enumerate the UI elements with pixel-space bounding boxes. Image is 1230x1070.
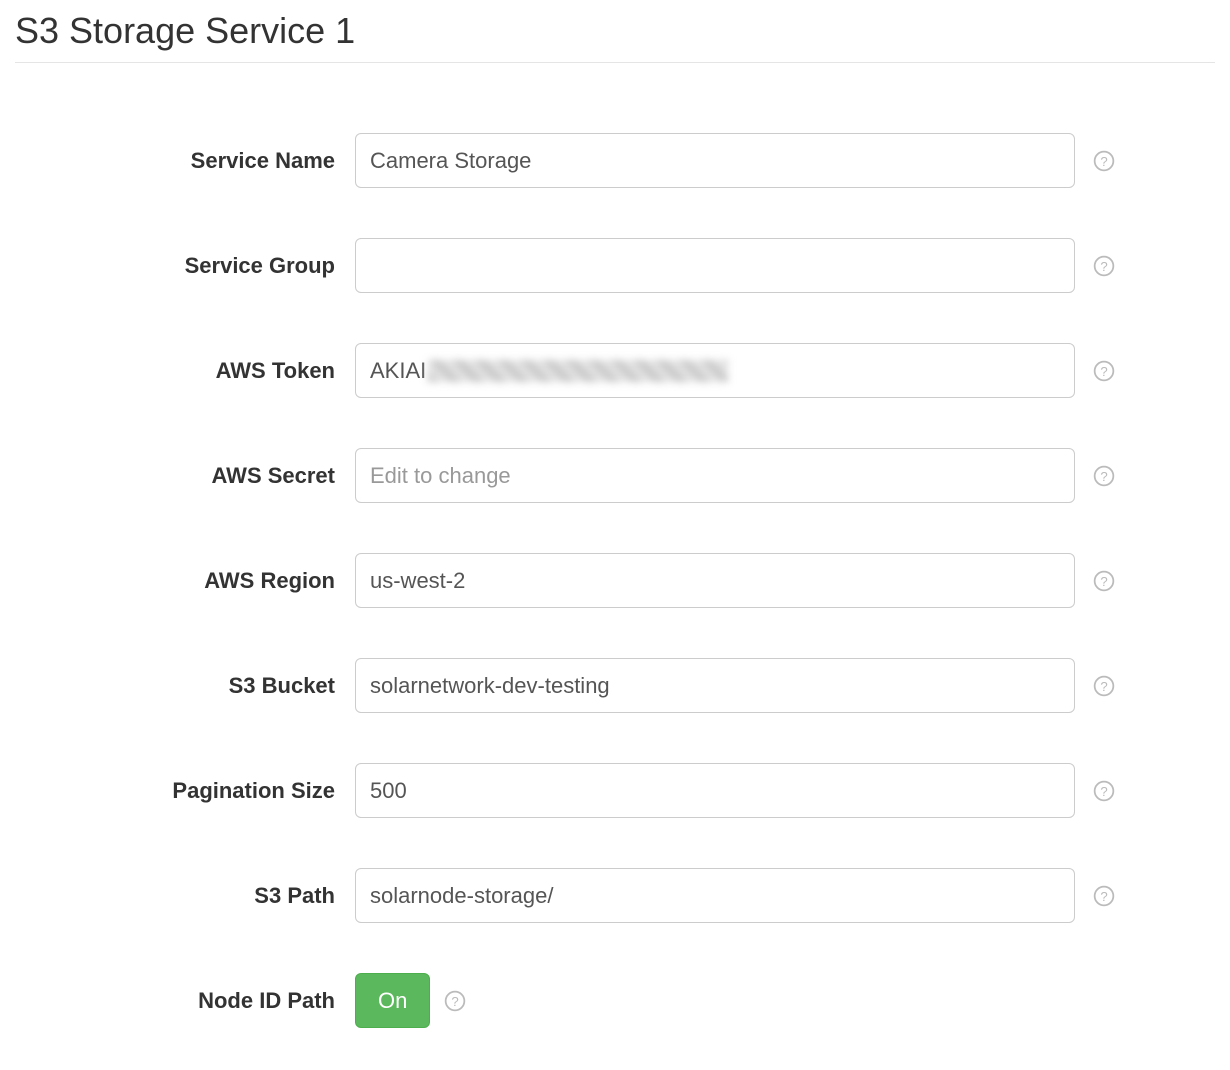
svg-text:?: ? — [1100, 678, 1107, 693]
svg-text:?: ? — [452, 993, 459, 1008]
svg-text:?: ? — [1100, 783, 1107, 798]
row-aws-secret: AWS Secret ? — [15, 448, 1215, 503]
help-icon[interactable]: ? — [1093, 150, 1115, 172]
label-s3-bucket: S3 Bucket — [15, 673, 355, 699]
row-aws-region: AWS Region ? — [15, 553, 1215, 608]
svg-text:?: ? — [1100, 258, 1107, 273]
svg-text:?: ? — [1100, 153, 1107, 168]
help-icon[interactable]: ? — [1093, 885, 1115, 907]
input-s3-bucket[interactable] — [355, 658, 1075, 713]
help-icon[interactable]: ? — [444, 990, 466, 1012]
row-service-name: Service Name ? — [15, 133, 1215, 188]
help-icon[interactable]: ? — [1093, 360, 1115, 382]
label-aws-secret: AWS Secret — [15, 463, 355, 489]
row-s3-bucket: S3 Bucket ? — [15, 658, 1215, 713]
row-pagination-size: Pagination Size ? — [15, 763, 1215, 818]
toggle-node-id-path[interactable]: On — [355, 973, 430, 1028]
input-aws-token[interactable]: AKIAI — [355, 343, 1075, 398]
input-aws-secret[interactable] — [355, 448, 1075, 503]
row-aws-token: AWS Token AKIAI ? — [15, 343, 1215, 398]
label-pagination-size: Pagination Size — [15, 778, 355, 804]
svg-text:?: ? — [1100, 468, 1107, 483]
svg-text:?: ? — [1100, 888, 1107, 903]
label-aws-token: AWS Token — [15, 358, 355, 384]
label-service-name: Service Name — [15, 148, 355, 174]
row-service-group: Service Group ? — [15, 238, 1215, 293]
help-icon[interactable]: ? — [1093, 675, 1115, 697]
help-icon[interactable]: ? — [1093, 465, 1115, 487]
input-pagination-size[interactable] — [355, 763, 1075, 818]
row-node-id-path: Node ID Path On ? — [15, 973, 1215, 1028]
section-title: S3 Storage Service 1 — [15, 10, 1215, 63]
aws-token-prefix: AKIAI — [370, 358, 426, 384]
input-aws-region[interactable] — [355, 553, 1075, 608]
label-s3-path: S3 Path — [15, 883, 355, 909]
help-icon[interactable]: ? — [1093, 570, 1115, 592]
input-service-group[interactable] — [355, 238, 1075, 293]
row-s3-path: S3 Path ? — [15, 868, 1215, 923]
aws-token-obscured — [428, 360, 728, 382]
input-service-name[interactable] — [355, 133, 1075, 188]
label-service-group: Service Group — [15, 253, 355, 279]
label-node-id-path: Node ID Path — [15, 988, 355, 1014]
svg-text:?: ? — [1100, 363, 1107, 378]
help-icon[interactable]: ? — [1093, 780, 1115, 802]
svg-text:?: ? — [1100, 573, 1107, 588]
label-aws-region: AWS Region — [15, 568, 355, 594]
help-icon[interactable]: ? — [1093, 255, 1115, 277]
input-s3-path[interactable] — [355, 868, 1075, 923]
